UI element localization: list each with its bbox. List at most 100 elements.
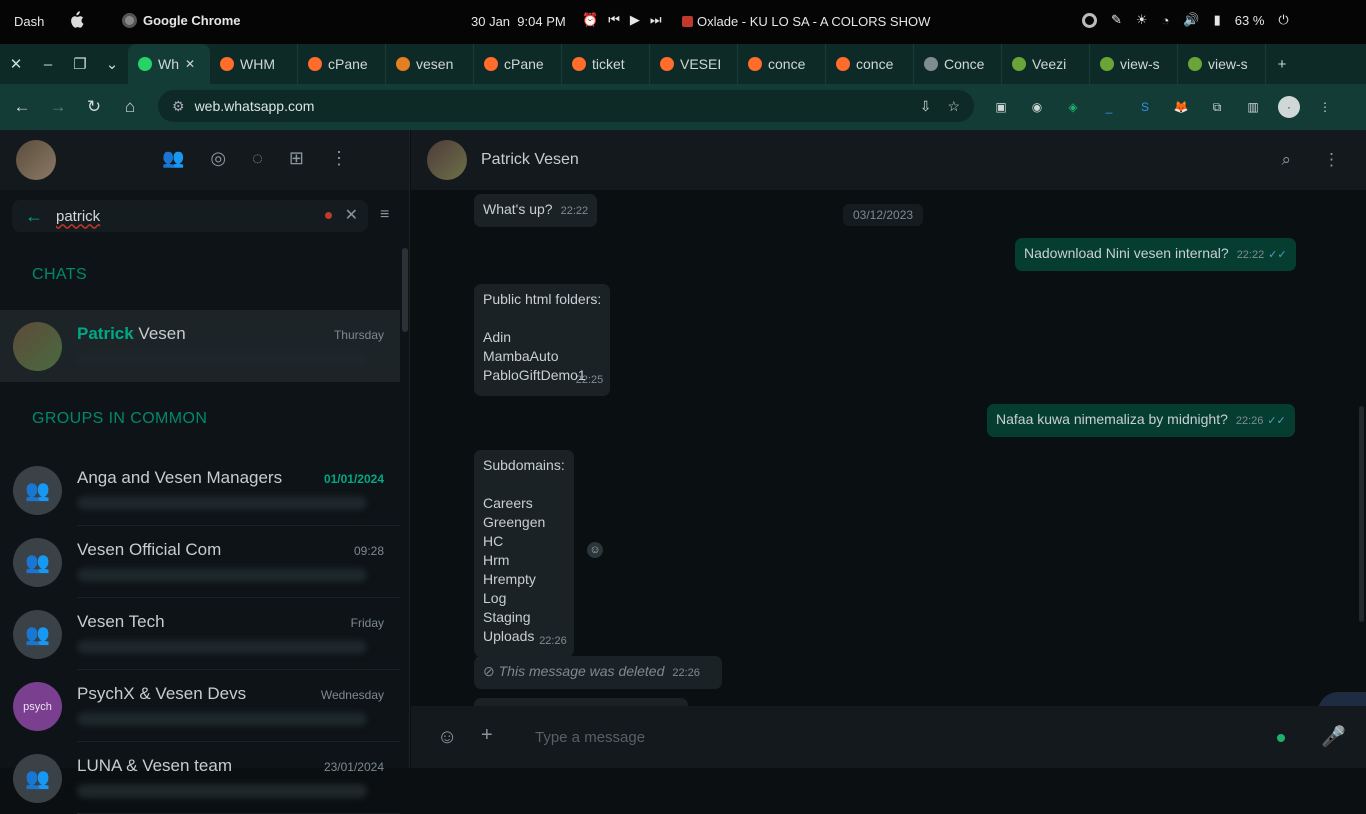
message-line: Staging xyxy=(483,609,531,625)
tab-8[interactable]: conce xyxy=(826,44,914,84)
search-icon[interactable]: ⌕ xyxy=(1281,150,1291,170)
extension-eye-icon[interactable]: ◈ xyxy=(1062,96,1084,118)
close-tab-icon[interactable]: ✕ xyxy=(185,57,195,71)
message-input[interactable]: Type a message xyxy=(519,716,1299,758)
extension-bot-icon[interactable]: ◉ xyxy=(1026,96,1048,118)
extensions-puzzle-icon[interactable]: ⧉ xyxy=(1206,96,1228,118)
tab-5[interactable]: ticket xyxy=(562,44,650,84)
home-icon[interactable]: ⌂ xyxy=(112,89,148,125)
reload-icon[interactable]: ↻ xyxy=(76,89,112,125)
message-outgoing[interactable]: Nadownload Nini vesen internal? 22:22 ✓✓ xyxy=(1015,238,1296,271)
tab-12[interactable]: view-s xyxy=(1178,44,1266,84)
apple-icon[interactable] xyxy=(68,11,84,29)
group-row[interactable]: 👥 LUNA & Vesen team 23/01/2024 xyxy=(0,742,400,814)
filter-icon[interactable]: ≡ xyxy=(380,206,389,224)
my-avatar[interactable] xyxy=(16,140,56,180)
group-row[interactable]: 👥 Vesen Official Com 09:28 xyxy=(0,526,400,598)
emoji-icon[interactable]: ☺ xyxy=(437,726,457,749)
volume-icon[interactable]: 🔊 xyxy=(1183,12,1199,28)
back-arrow-icon[interactable]: ← xyxy=(12,206,56,227)
active-app[interactable]: Google Chrome xyxy=(122,13,241,28)
new-tab-icon[interactable]: + xyxy=(1266,44,1298,84)
tab-4[interactable]: cPane xyxy=(474,44,562,84)
message-scrollbar[interactable] xyxy=(1359,406,1364,622)
message-incoming[interactable]: Public html folders: Adin MambaAuto PabloGi… xyxy=(474,284,611,396)
tab-0[interactable]: Wh ✕ xyxy=(128,44,210,84)
tab-3[interactable]: vesen xyxy=(386,44,474,84)
new-chat-icon[interactable]: ⊞ xyxy=(289,148,304,169)
blurred-preview xyxy=(77,496,367,510)
wifi-icon[interactable]: ◔ xyxy=(1162,13,1170,28)
conversation-menu-icon[interactable]: ⋮ xyxy=(1323,150,1340,170)
cpanel-icon xyxy=(836,57,850,71)
install-app-icon[interactable]: ⇩ xyxy=(920,98,932,115)
close-window-icon[interactable]: ✕ xyxy=(0,44,32,84)
message-incoming[interactable]: What's up? 22:22 xyxy=(474,194,598,227)
search-input[interactable]: patrick xyxy=(56,208,100,225)
site-info-icon[interactable]: ⚙ xyxy=(172,98,185,115)
meta-ai-icon[interactable]: ◉ xyxy=(1318,692,1366,706)
profile-avatar[interactable]: · xyxy=(1278,96,1300,118)
next-track-icon[interactable]: ⏭ xyxy=(650,12,662,28)
conversation-title[interactable]: Patrick Vesen xyxy=(481,151,579,169)
microphone-icon[interactable]: 🎤 xyxy=(1321,724,1346,749)
communities-icon[interactable]: 👥 xyxy=(162,148,184,169)
status-icon[interactable]: ◎ xyxy=(210,148,226,169)
power-icon[interactable]: ⏻ xyxy=(1278,12,1288,28)
media-controls: ⏰ ⏮ ▶ ⏭ xyxy=(582,12,662,28)
dash-button[interactable]: Dash xyxy=(14,14,44,29)
tab-7[interactable]: conce xyxy=(738,44,826,84)
tab-strip: ✕ – ❐ ⌄ Wh ✕ WHM cPane vesen cPane ticket VESEI… xyxy=(0,44,1366,84)
bookmark-star-icon[interactable]: ☆ xyxy=(947,98,960,115)
clock[interactable]: 30 Jan 9:04 PM xyxy=(471,14,566,29)
message-deleted[interactable]: ⊘ This message was deleted 22:26 xyxy=(474,656,722,689)
side-panel-icon[interactable]: ▥ xyxy=(1242,96,1264,118)
tab-9[interactable]: Conce xyxy=(914,44,1002,84)
shazam-icon[interactable]: S xyxy=(1134,96,1156,118)
group-row[interactable]: 👥 Anga and Vesen Managers 01/01/2024 xyxy=(0,454,400,526)
message-line: HC xyxy=(483,533,504,549)
tab-search-icon[interactable]: ⌄ xyxy=(96,44,128,84)
group-row[interactable]: psych PsychX & Vesen Devs Wednesday xyxy=(0,670,400,742)
channels-icon[interactable]: ◌ xyxy=(252,148,263,169)
address-bar[interactable]: ⚙ web.whatsapp.com ⇩ ☆ xyxy=(158,90,974,122)
attach-icon[interactable]: + xyxy=(481,724,493,747)
tab-2[interactable]: cPane xyxy=(298,44,386,84)
clock-date: 30 Jan xyxy=(471,14,511,29)
metamask-icon[interactable]: 🦊 xyxy=(1170,96,1192,118)
chat-list-scrollbar[interactable] xyxy=(402,248,408,332)
tab-10[interactable]: Veezi xyxy=(1002,44,1090,84)
forward-icon[interactable]: → xyxy=(40,89,76,125)
minimize-window-icon[interactable]: – xyxy=(32,44,64,84)
message-outgoing[interactable]: Nafaa kuwa nimemaliza by midnight? 22:26 … xyxy=(987,404,1295,437)
tab-1[interactable]: WHM xyxy=(210,44,298,84)
message-incoming-partial[interactable] xyxy=(474,698,688,706)
extension-dash-icon[interactable]: _ xyxy=(1098,96,1120,118)
clear-search-icon[interactable]: ✕ xyxy=(345,205,358,225)
blurred-preview xyxy=(77,640,367,654)
search-box[interactable]: ← patrick ✕ xyxy=(12,200,368,232)
pen-icon[interactable]: ✎ xyxy=(1111,12,1122,28)
date-divider: 03/12/2023 xyxy=(843,204,924,226)
chrome-menu-icon[interactable]: ⋮ xyxy=(1314,96,1336,118)
contact-avatar[interactable] xyxy=(427,140,467,180)
battery-icon[interactable]: ▮ xyxy=(1214,12,1221,28)
emoji-react-icon[interactable]: ☺ xyxy=(587,542,603,558)
tab-6[interactable]: VESEI xyxy=(650,44,738,84)
chrome-tray-icon[interactable] xyxy=(1082,12,1097,28)
message-incoming[interactable]: Subdomains: Careers Greengen HC Hrm Hrempty Lo… xyxy=(474,450,574,657)
brightness-icon[interactable]: ☀ xyxy=(1136,12,1148,28)
previous-track-icon[interactable]: ⏮ xyxy=(608,12,620,28)
menu-icon[interactable]: ⋮ xyxy=(330,148,348,169)
back-icon[interactable]: ← xyxy=(4,89,40,125)
play-icon[interactable]: ▶ xyxy=(630,12,640,28)
conversation-header[interactable]: Patrick Vesen ⌕ ⋮ xyxy=(411,130,1366,190)
now-playing[interactable]: Oxlade - KU LO SA - A COLORS SHOW xyxy=(682,14,930,29)
restore-window-icon[interactable]: ❐ xyxy=(64,44,96,84)
screen-recorder-icon[interactable]: ▣ xyxy=(990,96,1012,118)
group-row[interactable]: 👥 Vesen Tech Friday xyxy=(0,598,400,670)
chat-row-patrick[interactable]: Patrick Vesen Thursday xyxy=(0,310,400,382)
cpanel-icon xyxy=(220,57,234,71)
message-line: Hrempty xyxy=(483,571,536,587)
tab-11[interactable]: view-s xyxy=(1090,44,1178,84)
